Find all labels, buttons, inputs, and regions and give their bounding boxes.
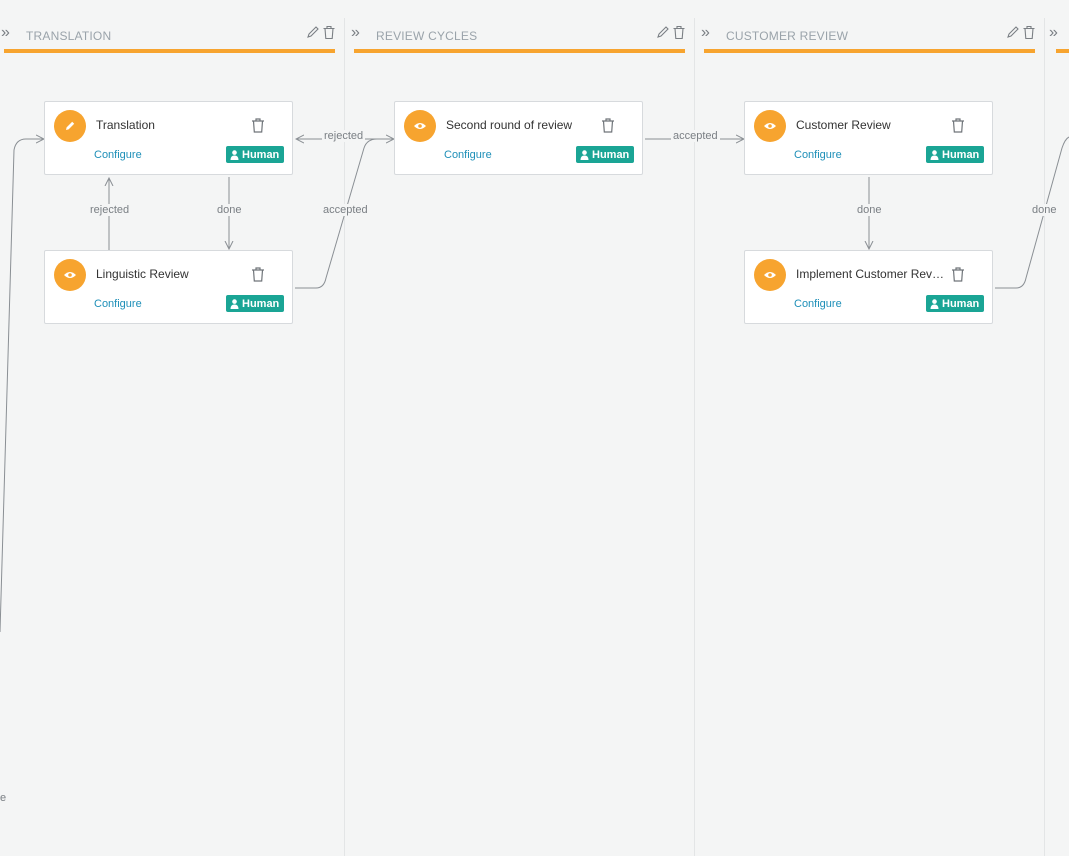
human-badge: Human [926,295,985,312]
stage-bar [704,49,1035,53]
human-badge: Human [226,295,285,312]
user-icon [230,298,239,309]
task-title: Translation [96,118,155,132]
configure-link[interactable]: Configure [94,149,142,161]
user-icon [930,298,939,309]
configure-link[interactable]: Configure [444,149,492,161]
edge-label-rejected: rejected [322,130,366,142]
configure-link[interactable]: Configure [794,149,842,161]
edge-label-accepted: accepted [671,130,720,142]
user-icon [930,149,939,160]
badge-label: Human [942,148,980,161]
stage-header-translation: » TRANSLATION [0,22,340,54]
edge-label-rejected: rejected [88,204,132,216]
double-chevron-right-icon[interactable]: » [701,24,710,42]
task-title: Customer Review [796,118,891,132]
stage-header-next: » [1049,22,1069,54]
task-title: Second round of review [446,118,573,132]
double-chevron-right-icon[interactable]: » [1,24,10,42]
stage-bar [354,49,685,53]
human-badge: Human [226,146,285,163]
task-card-second-round-review[interactable]: Second round of review Configure Human [394,101,643,175]
stage-title: TRANSLATION [26,29,112,43]
task-card-translation[interactable]: Translation Configure Human [44,101,293,175]
stage-title: REVIEW CYCLES [376,29,478,43]
trash-icon[interactable] [600,117,616,134]
eye-icon [754,259,786,291]
badge-label: Human [942,297,980,310]
eye-icon [404,110,436,142]
task-title: Linguistic Review [96,267,189,281]
task-card-customer-review[interactable]: Customer Review Configure Human [744,101,993,175]
trash-icon[interactable] [950,266,966,283]
edit-icon[interactable] [656,25,670,40]
trash-icon[interactable] [950,117,966,134]
double-chevron-right-icon[interactable]: » [1049,24,1058,42]
task-card-linguistic-review[interactable]: Linguistic Review Configure Human [44,250,293,324]
trash-icon[interactable] [250,266,266,283]
configure-link[interactable]: Configure [94,298,142,310]
trash-icon[interactable] [1022,25,1036,40]
stage-header-review-cycles: » REVIEW CYCLES [350,22,690,54]
user-icon [580,149,589,160]
trash-icon[interactable] [322,25,336,40]
double-chevron-right-icon[interactable]: » [351,24,360,42]
task-title: Implement Customer Rev… [796,267,945,281]
badge-label: Human [592,148,630,161]
human-badge: Human [576,146,635,163]
edge-label-done: done [855,204,884,216]
edit-icon[interactable] [1006,25,1020,40]
task-card-implement-customer-review[interactable]: Implement Customer Rev… Configure Human [744,250,993,324]
human-badge: Human [926,146,985,163]
edge-label-done: done [1030,204,1059,216]
eye-icon [754,110,786,142]
edge-label-accepted: accepted [321,204,370,216]
trash-icon[interactable] [672,25,686,40]
edge-label-partial: e [0,792,9,804]
stage-bar [4,49,335,53]
eye-icon [54,259,86,291]
edge-incoming-left [0,139,44,633]
badge-label: Human [242,297,280,310]
stage-header-customer-review: » CUSTOMER REVIEW [700,22,1040,54]
badge-label: Human [242,148,280,161]
user-icon [230,149,239,160]
edge-label-done: done [215,204,244,216]
trash-icon[interactable] [250,117,266,134]
stage-bar [1056,49,1069,53]
edit-icon[interactable] [306,25,320,40]
configure-link[interactable]: Configure [794,298,842,310]
stage-title: CUSTOMER REVIEW [726,29,849,43]
pencil-icon [54,110,86,142]
